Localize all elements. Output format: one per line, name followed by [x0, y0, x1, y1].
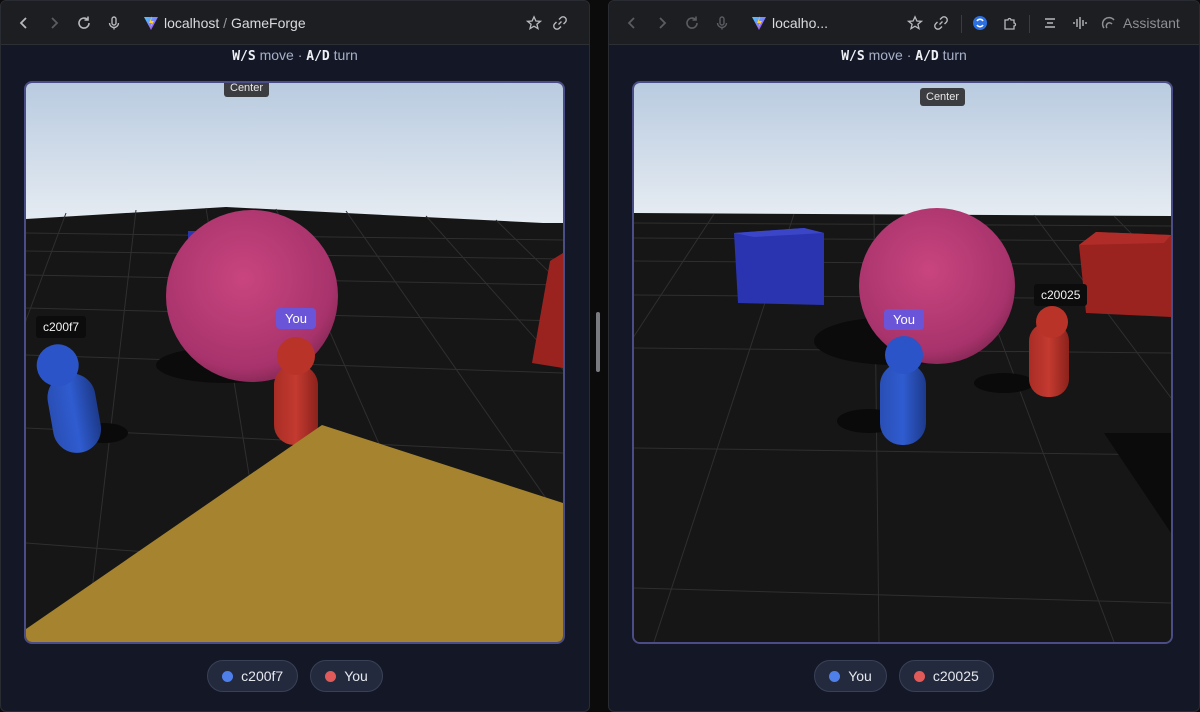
browser-window-right: localho... Assistant W/S move · A/D turn… — [608, 0, 1200, 712]
player-name: c200f7 — [241, 668, 284, 684]
center-label: Center — [920, 88, 966, 106]
vite-logo-icon — [752, 16, 766, 30]
waveform-icon[interactable] — [1069, 12, 1091, 34]
star-icon[interactable] — [523, 12, 545, 34]
address-host: localho... — [772, 15, 829, 31]
player-shadow-red — [974, 373, 1034, 393]
player-name: c20025 — [932, 668, 979, 684]
link-icon[interactable] — [549, 12, 571, 34]
reload-icon[interactable] — [73, 12, 95, 34]
player-list: c200f7 You — [1, 660, 589, 692]
player-you-head — [885, 336, 923, 374]
game-viewport[interactable]: Center c200f7 You — [24, 81, 565, 644]
player-color-dot — [222, 670, 234, 682]
hint-dot: · — [297, 47, 303, 63]
mic-icon[interactable] — [103, 12, 125, 34]
forward-icon[interactable] — [651, 12, 673, 34]
player-you-body — [880, 363, 926, 445]
hint-key-move: W/S — [841, 49, 865, 64]
player-pill-you[interactable]: You — [310, 660, 383, 692]
player-name: You — [344, 668, 368, 684]
star-icon[interactable] — [904, 12, 926, 34]
game-viewport[interactable]: Center c20025 You — [632, 81, 1173, 644]
sky — [634, 83, 1171, 218]
hint-key-move: W/S — [232, 49, 256, 64]
you-nametag: You — [276, 308, 316, 329]
window-splitter[interactable] — [590, 0, 608, 712]
browser-window-left: localhost / GameForge W/S move · A/D tur… — [0, 0, 590, 712]
back-icon[interactable] — [621, 12, 643, 34]
address-separator: / — [223, 15, 228, 31]
red-cube — [1079, 232, 1171, 317]
assistant-label: Assistant — [1123, 15, 1180, 31]
toolbar-divider — [1029, 15, 1030, 33]
link-icon[interactable] — [930, 12, 952, 34]
player-color-dot — [325, 670, 337, 682]
back-icon[interactable] — [13, 12, 35, 34]
reload-icon[interactable] — [681, 12, 703, 34]
browser-toolbar: localho... Assistant — [609, 1, 1199, 45]
toolbar-divider — [961, 15, 962, 33]
player-color-dot — [913, 670, 925, 682]
vite-logo-icon — [144, 16, 158, 30]
address-bar[interactable]: localhost / GameForge — [164, 15, 306, 31]
you-nametag: You — [884, 309, 924, 330]
hint-action-move: move — [259, 47, 294, 63]
hint-action-turn: turn — [942, 47, 967, 63]
assistant-button[interactable]: Assistant — [1101, 15, 1180, 31]
hint-action-move: move — [868, 47, 903, 63]
hint-key-turn: A/D — [306, 49, 330, 64]
center-sphere — [859, 208, 1015, 364]
sky — [26, 83, 563, 223]
controls-hint: W/S move · A/D turn — [609, 47, 1199, 64]
hint-dot: · — [906, 47, 912, 63]
player-name: You — [848, 668, 872, 684]
assistant-icon — [1101, 16, 1115, 29]
center-label: Center — [224, 83, 270, 97]
address-bar[interactable]: localho... — [772, 15, 828, 31]
game-scene — [634, 83, 1171, 642]
lines-icon[interactable] — [1039, 12, 1061, 34]
player-pill-c200f7[interactable]: c200f7 — [207, 660, 299, 692]
player-pill-c20025[interactable]: c20025 — [898, 660, 994, 692]
page-title: GameForge — [230, 15, 306, 31]
controls-hint: W/S move · A/D turn — [1, 47, 589, 64]
hint-action-turn: turn — [333, 47, 358, 63]
player-nametag: c20025 — [1034, 284, 1088, 306]
forward-icon[interactable] — [43, 12, 65, 34]
browser-toolbar: localhost / GameForge — [1, 1, 589, 45]
mic-icon[interactable] — [711, 12, 733, 34]
extension-sync-icon[interactable] — [969, 12, 991, 34]
splitter-grip[interactable] — [596, 312, 600, 372]
puzzle-icon[interactable] — [999, 12, 1021, 34]
player-pill-you[interactable]: You — [814, 660, 887, 692]
game-scene — [26, 83, 563, 642]
player-you-head — [277, 337, 315, 375]
player-color-dot — [829, 670, 841, 682]
address-host: localhost — [164, 15, 220, 31]
player-list: You c20025 — [609, 660, 1199, 692]
player-c20025-head — [1036, 306, 1068, 338]
hint-key-turn: A/D — [915, 49, 939, 64]
player-nametag: c200f7 — [36, 316, 87, 338]
blue-cube — [734, 228, 824, 305]
